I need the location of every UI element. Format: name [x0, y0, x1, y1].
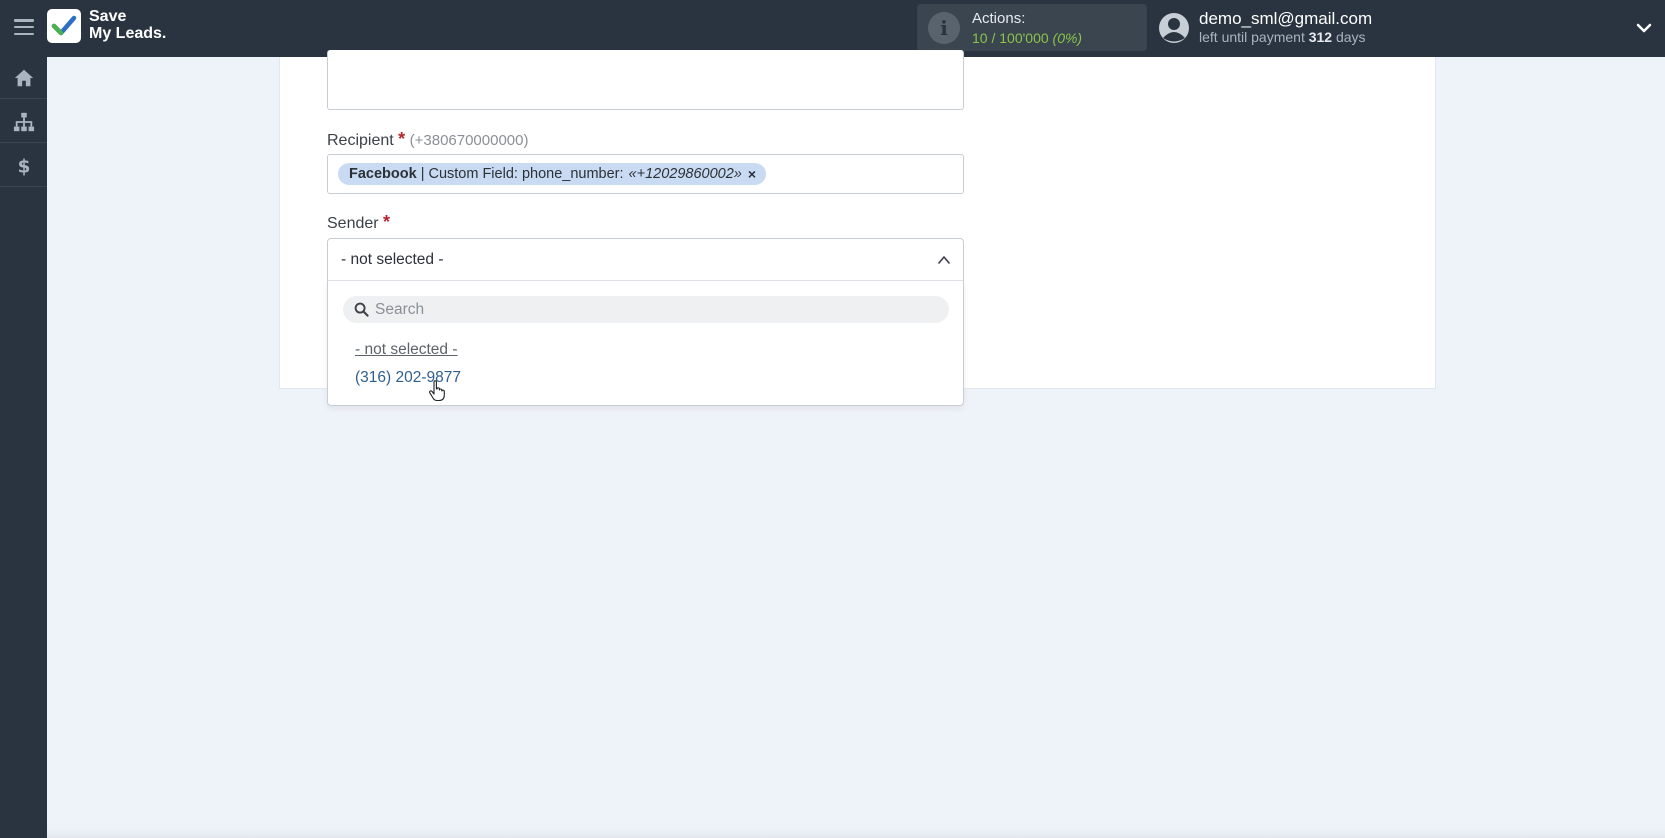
- info-icon: i: [928, 12, 960, 44]
- sender-label: Sender *: [327, 212, 390, 233]
- user-email[interactable]: demo_sml@gmail.com: [1199, 9, 1372, 29]
- logo-icon[interactable]: [47, 9, 81, 43]
- sender-label-text: Sender: [327, 215, 379, 232]
- payment-suffix: days: [1335, 29, 1366, 45]
- search-input[interactable]: [375, 296, 935, 323]
- logo-text: Save My Leads.: [89, 8, 166, 42]
- sidebar: $: [0, 57, 47, 838]
- sender-select[interactable]: - not selected -: [327, 238, 964, 281]
- sidebar-item-connections[interactable]: [0, 101, 47, 143]
- actions-percent: (0%): [1052, 30, 1083, 46]
- home-icon: [14, 69, 33, 86]
- actions-counter: i Actions: 10 / 100'000 (0%): [917, 4, 1147, 51]
- top-bar: Save My Leads. i Actions: 10 / 100'000 (…: [0, 0, 1665, 57]
- message-textarea[interactable]: [327, 50, 964, 110]
- chip-remove-icon[interactable]: ×: [748, 166, 756, 182]
- recipient-required-mark: *: [398, 129, 406, 149]
- sender-dropdown: - not selected - (316) 202-9877: [327, 280, 964, 406]
- user-avatar-icon[interactable]: [1158, 12, 1190, 44]
- logo-line-1: Save: [89, 8, 127, 25]
- sitemap-icon: [13, 112, 34, 131]
- recipient-label: Recipient * (+380670000000): [327, 129, 528, 150]
- chip-source: Facebook: [349, 166, 417, 182]
- chevron-down-icon[interactable]: [1636, 20, 1652, 36]
- chevron-up-icon[interactable]: [937, 253, 951, 267]
- hand-cursor-icon: [429, 380, 445, 402]
- recipient-chip[interactable]: Facebook | Custom Field: phone_number: «…: [338, 163, 767, 185]
- menu-icon[interactable]: [12, 16, 36, 38]
- sidebar-item-home[interactable]: [0, 57, 47, 99]
- svg-text:$: $: [17, 156, 30, 177]
- actions-used: 10: [972, 30, 988, 46]
- chip-field: Custom Field: phone_number:: [428, 166, 624, 182]
- search-icon: [354, 302, 369, 317]
- sender-required-mark: *: [383, 212, 391, 232]
- dollar-icon: $: [17, 156, 30, 177]
- chip-separator: |: [420, 166, 425, 182]
- logo-line-2: My Leads.: [89, 25, 167, 42]
- dropdown-search[interactable]: [343, 296, 949, 323]
- bottom-edge: [47, 828, 1665, 838]
- payment-status: left until payment 312 days: [1199, 29, 1366, 45]
- option-not-selected[interactable]: - not selected -: [355, 341, 458, 359]
- recipient-hint: (+380670000000): [409, 132, 529, 149]
- recipient-label-text: Recipient: [327, 132, 394, 149]
- sidebar-item-billing[interactable]: $: [0, 145, 47, 187]
- sender-selected-value: - not selected -: [341, 251, 444, 268]
- actions-label: Actions:: [972, 10, 1026, 27]
- recipient-field[interactable]: Facebook | Custom Field: phone_number: «…: [327, 154, 964, 194]
- payment-prefix: left until payment: [1199, 29, 1305, 45]
- actions-value: 10 / 100'000 (0%): [972, 30, 1082, 46]
- actions-separator: /: [987, 30, 1000, 46]
- payment-days: 312: [1308, 29, 1333, 45]
- chip-value: «+12029860002»: [628, 166, 742, 182]
- actions-total: 100'000: [999, 30, 1049, 46]
